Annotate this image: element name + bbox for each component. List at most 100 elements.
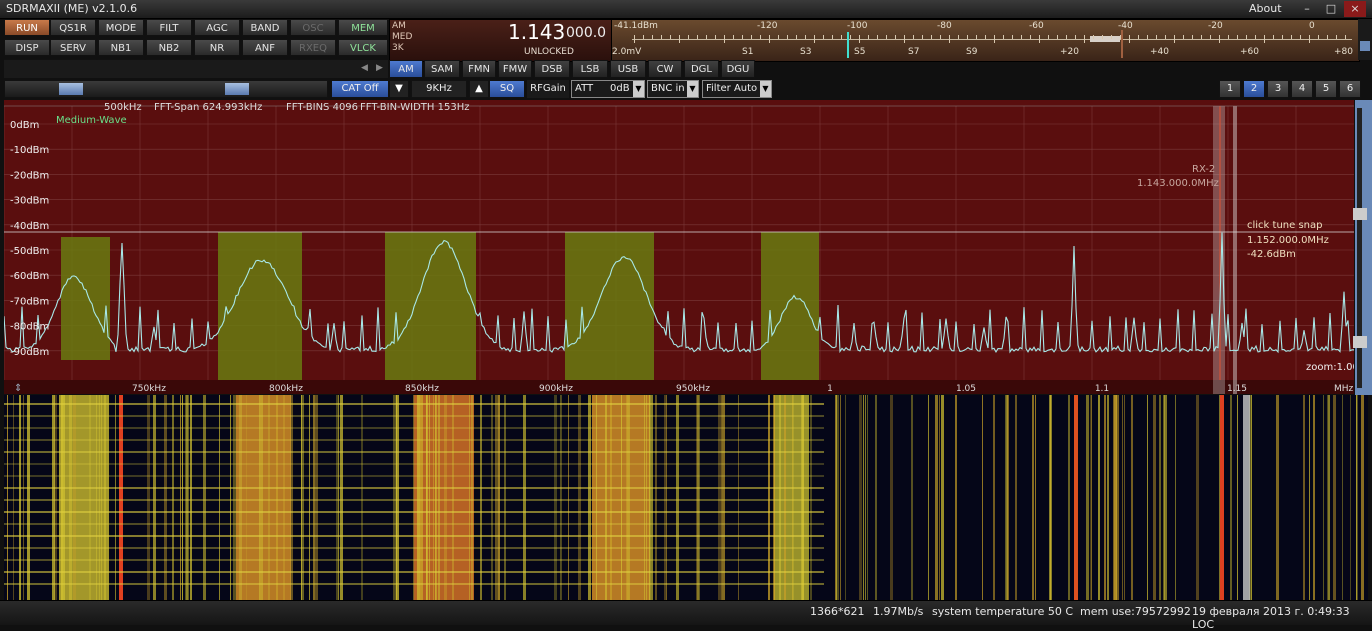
s-meter-tick-mark xyxy=(913,35,914,39)
waterfall-carrier xyxy=(676,395,679,600)
x-tick-label: 1.05 xyxy=(956,384,976,394)
window-title: SDRMAXII (ME) v2.1.0.6 xyxy=(6,2,138,15)
fft-bins-label: FFT-BINS 4096 xyxy=(286,102,358,113)
step-down-button[interactable]: ▼ xyxy=(389,80,409,98)
button-mode[interactable]: MODE xyxy=(98,19,144,36)
button-agc[interactable]: AGC xyxy=(194,19,240,36)
rx-frequency: 1.143.000.0MHz xyxy=(1137,178,1219,189)
bottom-slider-thumb[interactable] xyxy=(1353,336,1367,348)
bnc-select[interactable]: BNC in ▼ xyxy=(647,80,699,98)
page-button-2[interactable]: 2 xyxy=(1243,80,1265,98)
waterfall-carrier xyxy=(1313,395,1315,600)
x-tick-label: 900kHz xyxy=(539,384,573,394)
mode-button-dgu[interactable]: DGU xyxy=(721,60,755,78)
s-meter-tick-mark xyxy=(1183,35,1184,39)
mode-button-fmw[interactable]: FMW xyxy=(498,60,532,78)
button-mem[interactable]: MEM xyxy=(338,19,388,36)
mode-button-am[interactable]: AM xyxy=(389,60,423,78)
frequency-display[interactable]: AM MED 3K 1.143 000.0 UNLOCKED xyxy=(389,19,613,62)
page-button-6[interactable]: 6 xyxy=(1339,80,1361,98)
waterfall-carrier xyxy=(438,395,440,600)
zoom-label: zoom:1.00 xyxy=(1306,362,1354,373)
s-meter-tick-mark xyxy=(877,35,878,39)
s-meter-tick-mark xyxy=(796,35,797,39)
page-button-5[interactable]: 5 xyxy=(1315,80,1337,98)
mode-button-usb[interactable]: USB xyxy=(610,60,646,78)
mode-button-fmn[interactable]: FMN xyxy=(462,60,496,78)
waterfall-carrier xyxy=(644,395,645,600)
s-meter-tick-mark xyxy=(679,35,680,43)
s-meter-bottom-tick: +40 xyxy=(1150,47,1169,57)
filter-value: Filter Auto xyxy=(706,83,758,94)
s-meter-tick-mark xyxy=(1147,35,1148,39)
s-meter-tick-mark xyxy=(787,35,788,39)
waterfall-carrier xyxy=(941,395,944,600)
button-rxeq[interactable]: RXEQ xyxy=(290,39,336,56)
s-meter-tick-mark xyxy=(805,35,806,39)
button-run[interactable]: RUN xyxy=(4,19,50,36)
s-meter-tick-mark xyxy=(949,35,950,43)
button-band[interactable]: BAND xyxy=(242,19,288,36)
s-meter-top-tick: -60 xyxy=(1029,21,1044,31)
volume-slider-thumb[interactable] xyxy=(59,83,83,95)
cat-toggle-button[interactable]: CAT Off xyxy=(331,80,389,98)
maximize-button[interactable]: □ xyxy=(1320,1,1342,17)
button-filt[interactable]: FILT xyxy=(146,19,192,36)
mode-button-dsb[interactable]: DSB xyxy=(534,60,570,78)
step-up-button[interactable]: ▲ xyxy=(469,80,489,98)
waterfall-streak xyxy=(4,583,824,585)
waterfall-carrier xyxy=(1124,395,1125,600)
mode-button-dgl[interactable]: DGL xyxy=(684,60,719,78)
button-anf[interactable]: ANF xyxy=(242,39,288,56)
waterfall-carrier xyxy=(738,395,739,600)
squelch-button[interactable]: SQ xyxy=(489,80,525,98)
memory-status: mem use:79572992 xyxy=(1080,605,1191,618)
gain-slider-thumb[interactable] xyxy=(225,83,249,95)
button-serv[interactable]: SERV xyxy=(50,39,96,56)
s-meter-tick-mark xyxy=(1138,35,1139,39)
s-meter-tick-mark xyxy=(1075,35,1076,39)
button-osc[interactable]: OSC xyxy=(290,19,336,36)
waterfall-carrier xyxy=(1068,395,1070,600)
s-meter-tick-mark xyxy=(1273,35,1274,39)
button-nr[interactable]: NR xyxy=(194,39,240,56)
waterfall-carrier xyxy=(435,395,437,600)
s-meter-tick-mark xyxy=(1021,35,1022,39)
s-meter-tick-mark xyxy=(1237,35,1238,39)
about-link[interactable]: About xyxy=(1249,2,1282,15)
waterfall-carrier xyxy=(721,395,722,600)
page-button-4[interactable]: 4 xyxy=(1291,80,1313,98)
button-disp[interactable]: DISP xyxy=(4,39,50,56)
mode-button-cw[interactable]: CW xyxy=(648,60,682,78)
s-meter-tick-mark xyxy=(1291,35,1292,39)
button-vlck[interactable]: VLCK xyxy=(338,39,388,56)
waterfall-carrier xyxy=(655,395,657,600)
rx-label: RX-2 xyxy=(1192,164,1215,175)
s-meter-bottom-tick: S5 xyxy=(854,47,866,57)
att-select[interactable]: ATT 0dB ▼ xyxy=(571,80,645,98)
s-meter-tick-mark xyxy=(742,35,743,39)
fft-span-label: FFT-Span 624.993kHz xyxy=(154,102,262,113)
button-nb1[interactable]: NB1 xyxy=(98,39,144,56)
button-nb2[interactable]: NB2 xyxy=(146,39,192,56)
mode-button-lsb[interactable]: LSB xyxy=(572,60,608,78)
minimize-button[interactable]: – xyxy=(1296,1,1318,17)
step-value[interactable]: 9KHz xyxy=(411,80,467,98)
waterfall-carrier xyxy=(718,395,721,600)
waterfall-carrier xyxy=(471,395,473,600)
mode-button-sam[interactable]: SAM xyxy=(424,60,460,78)
waterfall-carrier xyxy=(840,395,841,600)
page-button-1[interactable]: 1 xyxy=(1219,80,1241,98)
filter-select[interactable]: Filter Auto ▼ xyxy=(702,80,772,98)
button-qs1r[interactable]: QS1R xyxy=(50,19,96,36)
frequency-sub: 000.0 xyxy=(566,25,607,41)
waterfall-carrier xyxy=(568,395,569,600)
page-button-3[interactable]: 3 xyxy=(1267,80,1289,98)
close-button[interactable]: × xyxy=(1344,1,1366,17)
spectrum-display[interactable]: 0dBm -10dBm -20dBm -30dBm -40dBm -50dBm -60dBm… xyxy=(4,100,1354,394)
waterfall-carrier xyxy=(722,395,725,600)
waterfall-display[interactable] xyxy=(4,395,1368,600)
waterfall-carrier xyxy=(99,395,100,600)
waterfall-carrier xyxy=(1163,395,1165,600)
top-slider-thumb[interactable] xyxy=(1353,208,1367,220)
